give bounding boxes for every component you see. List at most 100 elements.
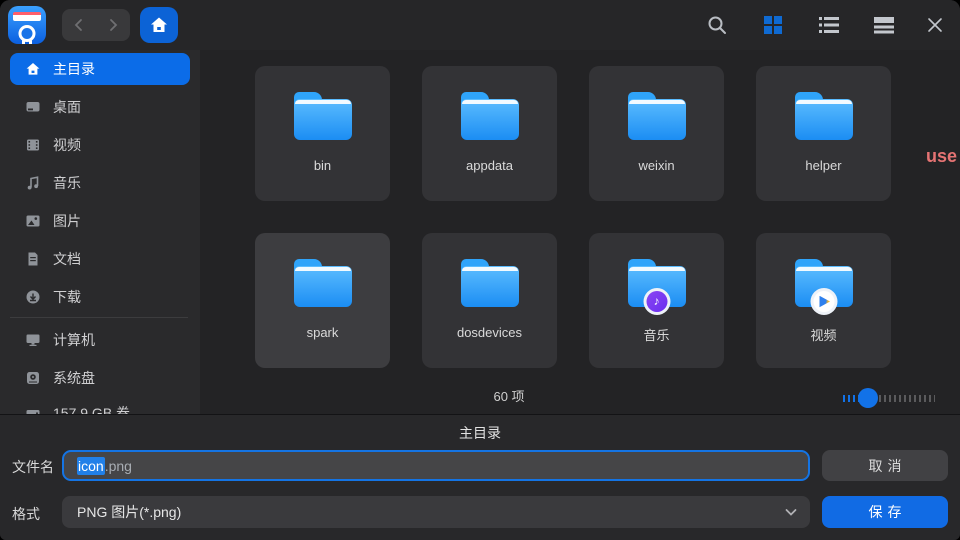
- sidebar: 主目录 桌面 视频 音乐 图片: [0, 50, 200, 414]
- list-view-icon: [818, 15, 840, 35]
- app-logo-foot: [29, 40, 32, 44]
- sidebar-item-label: 下载: [53, 287, 81, 307]
- video-badge: [810, 288, 837, 315]
- sidebar-item-label: 157.9 GB 卷: [53, 403, 130, 414]
- format-label: 格式: [12, 504, 40, 524]
- item-count: 60 项: [493, 386, 524, 405]
- sidebar-item-label: 计算机: [53, 330, 95, 350]
- folder-tile[interactable]: bin: [255, 66, 390, 201]
- folder-name: dosdevices: [422, 325, 557, 340]
- sidebar-item-downloads[interactable]: 下载: [10, 281, 190, 313]
- app-logo-icon: [8, 6, 46, 44]
- music-badge: ♪: [643, 288, 670, 315]
- filename-selected-text: icon: [77, 457, 105, 475]
- download-icon: [24, 289, 41, 306]
- slider-track: [879, 395, 935, 402]
- grid-view-icon: [763, 15, 783, 35]
- file-grid-area: bin appdata weixin helper spark dosdevic…: [200, 50, 960, 414]
- file-save-dialog: 主目录 桌面 视频 音乐 图片: [0, 0, 960, 540]
- folder-icon: [795, 92, 853, 140]
- chevron-right-icon: [106, 18, 120, 32]
- computer-icon: [24, 332, 41, 349]
- music-note-icon: [24, 175, 41, 192]
- chevron-left-icon: [72, 18, 86, 32]
- sidebar-item-documents[interactable]: 文档: [10, 243, 190, 275]
- folder-icon: [461, 92, 519, 140]
- sidebar-item-music[interactable]: 音乐: [10, 167, 190, 199]
- home-icon: [24, 61, 41, 78]
- sidebar-item-label: 系统盘: [53, 368, 95, 388]
- folder-name: 视频: [756, 325, 891, 344]
- filename-input[interactable]: icon.png: [62, 450, 810, 481]
- close-button[interactable]: [923, 13, 947, 37]
- home-icon: [149, 15, 169, 35]
- music-note-icon: ♪: [646, 291, 667, 312]
- sidebar-item-computer[interactable]: 计算机: [10, 324, 190, 356]
- sidebar-divider: [10, 317, 188, 318]
- folder-tile[interactable]: 视频: [756, 233, 891, 368]
- grid-view-button[interactable]: [761, 13, 785, 37]
- save-panel: 主目录 文件名 icon.png 取消 格式 PNG 图片(*.png) 保存: [0, 414, 960, 540]
- search-button[interactable]: [705, 13, 729, 37]
- titlebar: [0, 0, 960, 50]
- sidebar-item-videos[interactable]: 视频: [10, 129, 190, 161]
- sidebar-item-label: 文档: [53, 249, 81, 269]
- forward-button[interactable]: [101, 13, 125, 37]
- sidebar-item-volume[interactable]: 157.9 GB 卷: [10, 397, 190, 414]
- home-button[interactable]: [140, 7, 178, 43]
- nav-button-group: [62, 9, 130, 41]
- app-logo-ring: [19, 25, 36, 42]
- current-location-label: 主目录: [0, 423, 960, 443]
- slider-thumb[interactable]: [858, 388, 878, 408]
- desktop-icon: [24, 99, 41, 116]
- music-folder-icon: ♪: [628, 259, 686, 307]
- format-select[interactable]: PNG 图片(*.png): [62, 496, 810, 528]
- document-icon: [24, 251, 41, 268]
- sidebar-item-label: 视频: [53, 135, 81, 155]
- disk-icon: [24, 370, 41, 387]
- folder-icon: [294, 92, 352, 140]
- back-button[interactable]: [67, 13, 91, 37]
- sidebar-item-home[interactable]: 主目录: [10, 53, 190, 85]
- icon-size-slider[interactable]: [843, 388, 935, 408]
- sidebar-item-label: 音乐: [53, 173, 81, 193]
- sidebar-item-desktop[interactable]: 桌面: [10, 91, 190, 123]
- folder-tile[interactable]: dosdevices: [422, 233, 557, 368]
- filename-extension-text: .png: [105, 458, 132, 474]
- film-icon: [24, 137, 41, 154]
- sidebar-item-pictures[interactable]: 图片: [10, 205, 190, 237]
- close-icon: [926, 16, 944, 34]
- folder-icon: [294, 259, 352, 307]
- sidebar-item-system-disk[interactable]: 系统盘: [10, 362, 190, 394]
- video-folder-icon: [795, 259, 853, 307]
- app-logo-foot: [22, 40, 25, 44]
- play-icon: [819, 296, 830, 308]
- folder-name: appdata: [422, 158, 557, 173]
- detail-view-button[interactable]: [872, 13, 896, 37]
- sidebar-item-label: 图片: [53, 211, 81, 231]
- folder-name: bin: [255, 158, 390, 173]
- search-icon: [706, 14, 728, 36]
- save-button[interactable]: 保存: [822, 496, 948, 528]
- chevron-down-icon: [784, 505, 798, 519]
- folder-icon: [628, 92, 686, 140]
- folder-tile[interactable]: ♪ 音乐: [589, 233, 724, 368]
- folder-tile[interactable]: weixin: [589, 66, 724, 201]
- folder-name: 音乐: [589, 325, 724, 344]
- app-logo-stripe: [13, 12, 41, 21]
- folder-tile[interactable]: helper: [756, 66, 891, 201]
- watermark-text: use: [926, 146, 957, 167]
- picture-icon: [24, 213, 41, 230]
- filename-label: 文件名: [12, 457, 54, 477]
- folder-name: spark: [255, 325, 390, 340]
- folder-name: weixin: [589, 158, 724, 173]
- drive-icon: [24, 405, 41, 415]
- folder-tile[interactable]: spark: [255, 233, 390, 368]
- folder-tile[interactable]: appdata: [422, 66, 557, 201]
- list-view-button[interactable]: [817, 13, 841, 37]
- sidebar-item-label: 主目录: [53, 59, 95, 79]
- sidebar-item-label: 桌面: [53, 97, 81, 117]
- cancel-button[interactable]: 取消: [822, 450, 948, 481]
- folder-icon: [461, 259, 519, 307]
- folder-name: helper: [756, 158, 891, 173]
